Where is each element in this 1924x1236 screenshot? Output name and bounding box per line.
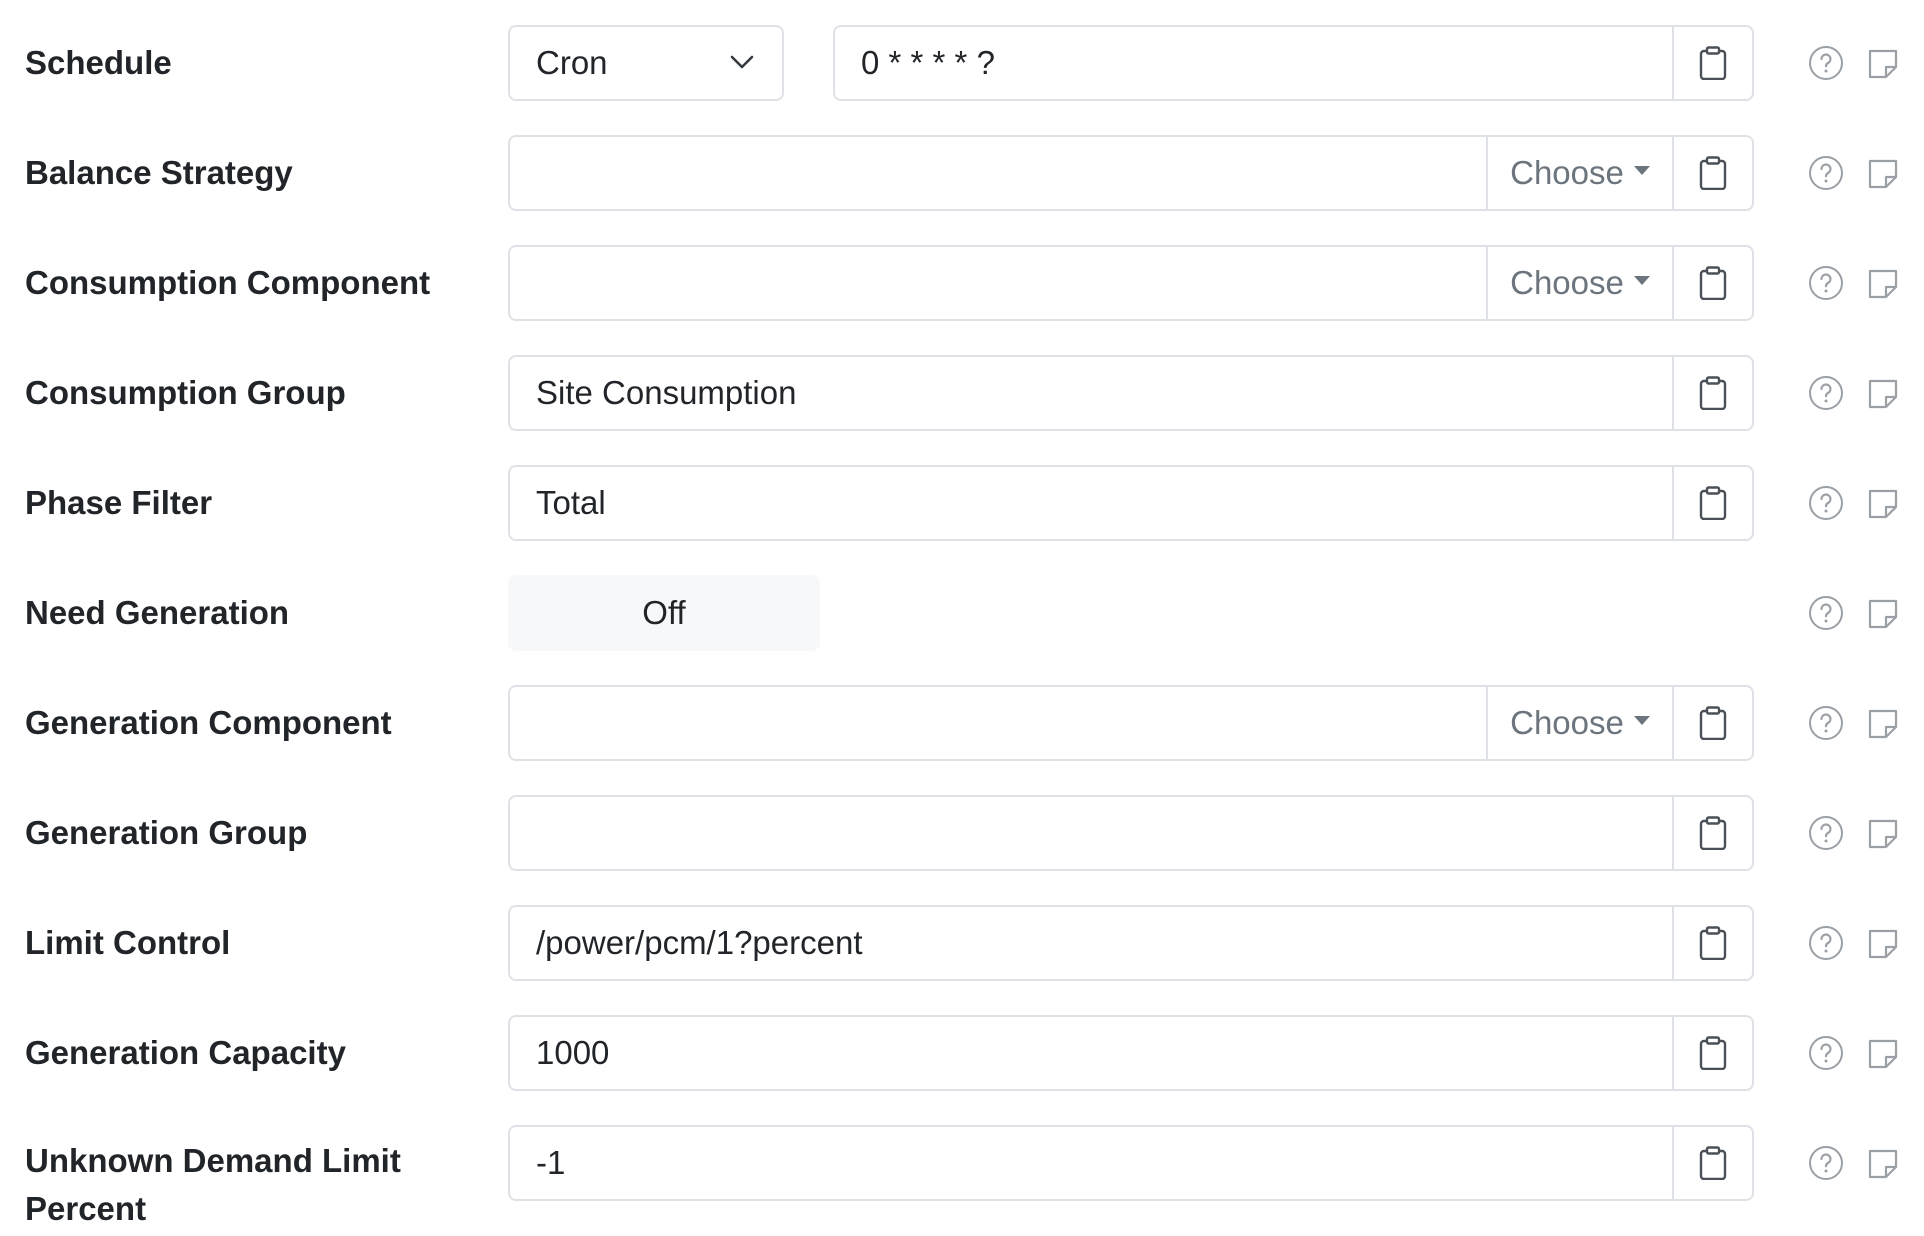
copy-button[interactable] — [1672, 1017, 1752, 1089]
choose-label: Choose — [1510, 704, 1624, 741]
sticky-note-icon[interactable] — [1866, 927, 1900, 961]
sticky-note-icon[interactable] — [1866, 817, 1900, 851]
clipboard-icon — [1698, 46, 1728, 80]
consumption-component-row: Consumption Component Choose — [0, 245, 1924, 321]
copy-button[interactable] — [1672, 467, 1752, 539]
caret-down-icon — [1633, 715, 1650, 725]
unknown-demand-limit-percent-label: Unknown Demand Limit Percent — [25, 1142, 401, 1227]
need-generation-toggle[interactable]: Off — [508, 575, 820, 651]
clipboard-icon — [1698, 706, 1728, 740]
unknown-demand-limit-percent-input[interactable]: -1 — [510, 1127, 1672, 1199]
clipboard-icon — [1698, 376, 1728, 410]
generation-capacity-row: Generation Capacity 1000 — [0, 1015, 1924, 1091]
choose-label: Choose — [1510, 154, 1624, 191]
copy-button[interactable] — [1672, 137, 1752, 209]
copy-button[interactable] — [1672, 907, 1752, 979]
sticky-note-icon[interactable] — [1866, 707, 1900, 741]
limit-control-row: Limit Control /power/pcm/1?percent — [0, 905, 1924, 981]
generation-component-row: Generation Component Choose — [0, 685, 1924, 761]
caret-down-icon — [1633, 275, 1650, 285]
clipboard-icon — [1698, 816, 1728, 850]
copy-button[interactable] — [1672, 357, 1752, 429]
generation-capacity-field: 1000 — [508, 1015, 1754, 1091]
schedule-type-select[interactable]: Cron — [508, 25, 784, 101]
schedule-label: Schedule — [25, 44, 172, 81]
copy-button[interactable] — [1672, 247, 1752, 319]
balance-strategy-field: Choose — [508, 135, 1754, 211]
unknown-demand-limit-percent-row: Unknown Demand Limit Percent -1 — [0, 1125, 1924, 1227]
limit-control-input[interactable]: /power/pcm/1?percent — [510, 907, 1672, 979]
clipboard-icon — [1698, 1036, 1728, 1070]
sticky-note-icon[interactable] — [1866, 377, 1900, 411]
consumption-group-row: Consumption Group Site Consumption — [0, 355, 1924, 431]
phase-filter-field: Total — [508, 465, 1754, 541]
help-circle-icon[interactable] — [1808, 1145, 1844, 1181]
clipboard-icon — [1698, 926, 1728, 960]
choose-dropdown-button[interactable]: Choose — [1486, 137, 1672, 209]
sticky-note-icon[interactable] — [1866, 47, 1900, 81]
consumption-group-input[interactable]: Site Consumption — [510, 357, 1672, 429]
generation-component-field: Choose — [508, 685, 1754, 761]
help-circle-icon[interactable] — [1808, 265, 1844, 301]
generation-capacity-label: Generation Capacity — [25, 1034, 346, 1071]
generation-component-label: Generation Component — [25, 704, 392, 741]
help-circle-icon[interactable] — [1808, 155, 1844, 191]
schedule-row: Schedule Cron 0 * * * * ? — [0, 25, 1924, 101]
need-generation-row: Need Generation Off — [0, 575, 1924, 651]
consumption-group-label: Consumption Group — [25, 374, 346, 411]
unknown-demand-limit-percent-field: -1 — [508, 1125, 1754, 1201]
sticky-note-icon[interactable] — [1866, 487, 1900, 521]
cron-expression-input[interactable]: 0 * * * * ? — [835, 27, 1672, 99]
phase-filter-label: Phase Filter — [25, 484, 213, 521]
clipboard-icon — [1698, 156, 1728, 190]
sticky-note-icon[interactable] — [1866, 1147, 1900, 1181]
copy-button[interactable] — [1672, 1127, 1752, 1199]
copy-button[interactable] — [1672, 27, 1752, 99]
consumption-component-input[interactable] — [510, 247, 1486, 319]
cron-expression-field: 0 * * * * ? — [833, 25, 1754, 101]
phase-filter-input[interactable]: Total — [510, 467, 1672, 539]
generation-capacity-input[interactable]: 1000 — [510, 1017, 1672, 1089]
balance-strategy-input[interactable] — [510, 137, 1486, 209]
help-circle-icon[interactable] — [1808, 45, 1844, 81]
choose-label: Choose — [1510, 264, 1624, 301]
copy-button[interactable] — [1672, 687, 1752, 759]
balance-strategy-row: Balance Strategy Choose — [0, 135, 1924, 211]
clipboard-icon — [1698, 266, 1728, 300]
generation-group-row: Generation Group — [0, 795, 1924, 871]
sticky-note-icon[interactable] — [1866, 1037, 1900, 1071]
help-circle-icon[interactable] — [1808, 705, 1844, 741]
help-circle-icon[interactable] — [1808, 815, 1844, 851]
balance-strategy-label: Balance Strategy — [25, 154, 293, 191]
limit-control-field: /power/pcm/1?percent — [508, 905, 1754, 981]
copy-button[interactable] — [1672, 797, 1752, 869]
help-circle-icon[interactable] — [1808, 925, 1844, 961]
phase-filter-row: Phase Filter Total — [0, 465, 1924, 541]
chevron-down-icon — [730, 55, 754, 69]
choose-dropdown-button[interactable]: Choose — [1486, 687, 1672, 759]
consumption-component-label: Consumption Component — [25, 264, 431, 301]
generation-group-label: Generation Group — [25, 814, 308, 851]
help-circle-icon[interactable] — [1808, 375, 1844, 411]
sticky-note-icon[interactable] — [1866, 267, 1900, 301]
consumption-component-field: Choose — [508, 245, 1754, 321]
help-circle-icon[interactable] — [1808, 1035, 1844, 1071]
help-circle-icon[interactable] — [1808, 595, 1844, 631]
clipboard-icon — [1698, 1146, 1728, 1180]
generation-group-input[interactable] — [510, 797, 1672, 869]
limit-control-label: Limit Control — [25, 924, 231, 961]
schedule-type-value: Cron — [536, 44, 608, 81]
help-circle-icon[interactable] — [1808, 485, 1844, 521]
clipboard-icon — [1698, 486, 1728, 520]
need-generation-label: Need Generation — [25, 594, 290, 631]
sticky-note-icon[interactable] — [1866, 157, 1900, 191]
sticky-note-icon[interactable] — [1866, 597, 1900, 631]
consumption-group-field: Site Consumption — [508, 355, 1754, 431]
generation-component-input[interactable] — [510, 687, 1486, 759]
choose-dropdown-button[interactable]: Choose — [1486, 247, 1672, 319]
generation-group-field — [508, 795, 1754, 871]
caret-down-icon — [1633, 165, 1650, 175]
